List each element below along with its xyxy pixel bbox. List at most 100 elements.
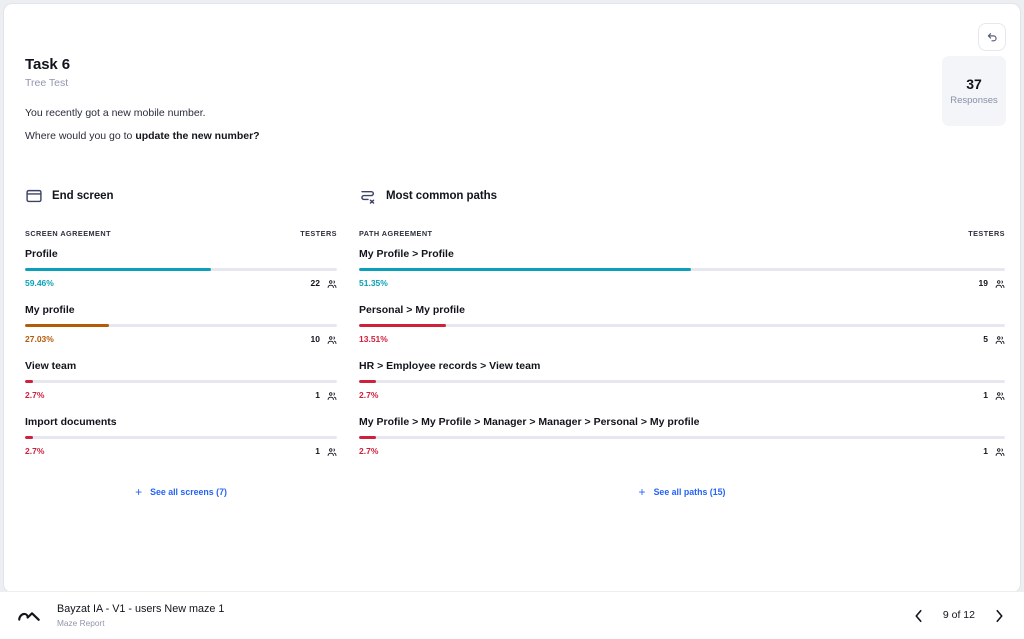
row-percent: 59.46% [25, 278, 54, 288]
row-percent: 2.7% [25, 390, 45, 400]
agreement-track [25, 436, 337, 439]
row-testers: 1 [315, 390, 337, 401]
row-testers: 1 [983, 390, 1005, 401]
see-all-paths-wrap: + See all paths (15) [359, 485, 1005, 499]
row-testers-count: 1 [315, 446, 320, 456]
testers-label-left: TESTERS [300, 229, 337, 238]
row-footer: 2.7% 1 [25, 390, 337, 401]
see-all-screens-label: See all screens (7) [150, 487, 227, 497]
page-indicator: 9 of 12 [942, 609, 975, 621]
task-prompt-prefix: Where would you go to [25, 130, 136, 142]
row-footer: 59.46% 22 [25, 278, 337, 289]
row-testers-count: 19 [978, 278, 988, 288]
row-footer: 51.35% 19 [359, 278, 1005, 289]
agreement-fill [359, 436, 377, 439]
see-all-paths-link[interactable]: + See all paths (15) [638, 485, 726, 499]
table-row[interactable]: HR > Employee records > View team 2.7% 1 [359, 358, 1005, 401]
agreement-track [25, 268, 337, 271]
end-screen-header: End screen [25, 187, 337, 205]
row-testers: 10 [311, 334, 337, 345]
row-label: Import documents [25, 416, 117, 428]
see-all-paths-label: See all paths (15) [653, 487, 726, 497]
row-label: Profile [25, 248, 58, 260]
plus-icon: + [135, 485, 143, 499]
row-label: View team [25, 360, 77, 372]
paths-icon [359, 187, 377, 205]
common-paths-title: Most common paths [386, 190, 497, 202]
agreement-fill [25, 268, 211, 271]
pagination: 9 of 12 [912, 608, 1006, 624]
responses-badge: 37 Responses [942, 56, 1006, 126]
testers-label-right: TESTERS [968, 229, 1005, 238]
users-icon [327, 279, 337, 289]
row-footer: 2.7% 1 [359, 446, 1005, 457]
agreement-track [359, 268, 1005, 271]
end-screen-section: End screen SCREEN AGREEMENT TESTERS Prof… [25, 187, 337, 498]
row-percent: 13.51% [359, 334, 388, 344]
maze-logo [16, 603, 42, 629]
row-testers: 1 [983, 446, 1005, 457]
agreement-track [359, 324, 1005, 327]
users-icon [327, 447, 337, 457]
agreement-fill [25, 380, 34, 383]
plus-icon: + [638, 485, 646, 499]
prev-page-button[interactable] [912, 608, 926, 624]
screen-agreement-label: SCREEN AGREEMENT [25, 229, 111, 238]
row-percent: 27.03% [25, 334, 54, 344]
next-page-button[interactable] [992, 608, 1006, 624]
task-prompt-emphasis: update the new number? [135, 130, 260, 142]
page-title: Task 6 [25, 56, 70, 73]
row-testers: 22 [311, 278, 337, 289]
agreement-track [359, 380, 1005, 383]
undo-icon [986, 31, 999, 44]
row-testers-count: 10 [310, 334, 320, 344]
row-testers-count: 1 [315, 390, 320, 400]
table-row[interactable]: Personal > My profile 13.51% 5 [359, 302, 1005, 345]
row-testers: 5 [983, 334, 1005, 345]
table-row[interactable]: My Profile > Profile 51.35% 19 [359, 246, 1005, 289]
table-row[interactable]: View team 2.7% 1 [25, 358, 337, 401]
row-testers-count: 22 [310, 278, 320, 288]
task-header: Task 6 Tree Test You recently got a new … [25, 56, 585, 152]
common-paths-rows: My Profile > Profile 51.35% 19 Personal > M… [359, 246, 1005, 457]
row-label: My profile [25, 304, 75, 316]
table-row[interactable]: Import documents 2.7% 1 [25, 414, 337, 457]
users-icon [327, 391, 337, 401]
row-percent: 2.7% [359, 446, 379, 456]
task-prompt-line-1: You recently got a new mobile number. [25, 107, 206, 119]
row-footer: 27.03% 10 [25, 334, 337, 345]
common-paths-header: Most common paths [359, 187, 1005, 205]
row-footer: 2.7% 1 [359, 390, 1005, 401]
table-row[interactable]: My Profile > My Profile > Manager > Mana… [359, 414, 1005, 457]
row-label: HR > Employee records > View team [359, 360, 541, 372]
row-footer: 13.51% 5 [359, 334, 1005, 345]
table-row[interactable]: Profile 59.46% 22 [25, 246, 337, 289]
row-label: My Profile > My Profile > Manager > Mana… [359, 416, 700, 428]
row-label: Personal > My profile [359, 304, 465, 316]
responses-label: Responses [950, 94, 998, 106]
see-all-screens-link[interactable]: + See all screens (7) [135, 485, 227, 499]
row-testers-count: 1 [983, 390, 988, 400]
common-paths-section: Most common paths PATH AGREEMENT TESTERS… [359, 187, 1005, 498]
row-testers-count: 1 [983, 446, 988, 456]
path-agreement-label: PATH AGREEMENT [359, 229, 433, 238]
users-icon [995, 335, 1005, 345]
row-footer: 2.7% 1 [25, 446, 337, 457]
agreement-fill [359, 380, 377, 383]
undo-button[interactable] [978, 23, 1006, 51]
end-screen-title: End screen [52, 190, 114, 202]
task-report-card: Task 6 Tree Test You recently got a new … [4, 4, 1020, 592]
row-testers-count: 5 [983, 334, 988, 344]
row-percent: 2.7% [25, 446, 45, 456]
row-percent: 2.7% [359, 390, 379, 400]
table-row[interactable]: My profile 27.03% 10 [25, 302, 337, 345]
users-icon [995, 391, 1005, 401]
common-paths-column-headers: PATH AGREEMENT TESTERS [359, 229, 1005, 246]
end-screen-column-headers: SCREEN AGREEMENT TESTERS [25, 229, 337, 246]
agreement-fill [359, 324, 447, 327]
users-icon [995, 279, 1005, 289]
report-page: Task 6 Tree Test You recently got a new … [0, 0, 1024, 639]
brand-text: Bayzat IA - V1 - users New maze 1 Maze R… [57, 602, 224, 629]
agreement-fill [25, 324, 110, 327]
end-screen-rows: Profile 59.46% 22 My profile 27.03% 10 View te… [25, 246, 337, 457]
